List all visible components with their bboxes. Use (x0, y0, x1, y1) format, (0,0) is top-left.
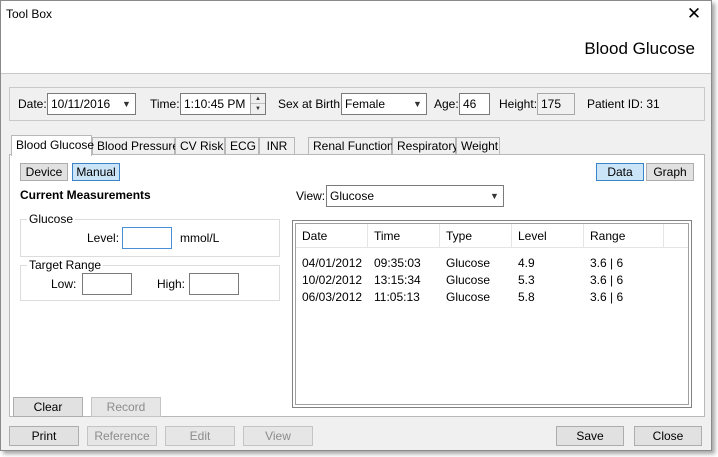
sex-at-birth-select[interactable]: Female ▼ (341, 93, 427, 115)
sex-at-birth-label: Sex at Birth: (278, 97, 344, 111)
height-field: 175 (537, 93, 575, 115)
save-button[interactable]: Save (556, 426, 624, 446)
data-view-button[interactable]: Data (596, 163, 644, 181)
cell-level: 5.3 (518, 273, 535, 287)
date-label: Date: (18, 97, 47, 111)
table-row[interactable]: 10/02/2012 13:15:34 Glucose 5.3 3.6 | 6 (296, 272, 688, 289)
column-header-type[interactable]: Type (440, 224, 512, 248)
table-header: Date Time Type Level Range (296, 224, 688, 248)
current-measurements-title: Current Measurements (20, 188, 151, 202)
tab-ecg[interactable]: ECG (225, 137, 259, 155)
age-field[interactable]: 46 (459, 93, 490, 115)
target-range-label: Target Range (27, 258, 104, 272)
height-label: Height: (499, 97, 538, 111)
record-button[interactable]: Record (91, 397, 161, 417)
time-label: Time: (150, 97, 180, 111)
tab-cv-risk[interactable]: CV Risk (175, 137, 225, 155)
cell-time: 09:35:03 (374, 256, 421, 270)
high-label: High: (157, 277, 186, 291)
cell-type: Glucose (446, 256, 491, 270)
column-header-time[interactable]: Time (368, 224, 440, 248)
age-label: Age: (434, 97, 459, 111)
low-label: Low: (51, 277, 77, 291)
time-spinner[interactable]: ▲ ▼ (250, 94, 265, 114)
cell-time: 11:05:13 (374, 290, 420, 304)
manual-button[interactable]: Manual (72, 163, 120, 181)
cell-time: 13:15:34 (374, 273, 421, 287)
view-button[interactable]: View (243, 426, 313, 446)
print-button[interactable]: Print (9, 426, 79, 446)
cell-type: Glucose (446, 273, 491, 287)
cell-range: 3.6 | 6 (590, 256, 624, 270)
target-range-group: Target Range Low: High: (20, 258, 280, 301)
date-value: 10/11/2016 (51, 97, 111, 111)
table-row[interactable]: 04/01/2012 09:35:03 Glucose 4.9 3.6 | 6 (296, 255, 688, 272)
low-input[interactable] (82, 273, 132, 295)
spin-up-icon[interactable]: ▲ (251, 94, 265, 104)
measurements-table[interactable]: Date Time Type Level Range 04/01/2012 09… (292, 220, 692, 408)
time-field[interactable]: 1:10:45 PM ▲ ▼ (180, 93, 266, 115)
height-value: 175 (541, 97, 562, 111)
cell-date: 10/02/2012 (302, 273, 363, 287)
cell-level: 5.8 (518, 290, 535, 304)
edit-button[interactable]: Edit (165, 426, 235, 446)
column-header-range[interactable]: Range (584, 224, 664, 248)
tab-blood-pressure[interactable]: Blood Pressure (92, 137, 179, 155)
window-title: Tool Box (6, 7, 53, 21)
title-bar: Tool Box ✕ (1, 1, 711, 31)
tab-blood-glucose[interactable]: Blood Glucose (11, 135, 94, 156)
cell-type: Glucose (446, 290, 491, 304)
high-input[interactable] (189, 273, 239, 295)
cell-date: 04/01/2012 (302, 256, 363, 270)
header-panel: Blood Glucose (1, 31, 711, 74)
patient-details-bar: Date: 10/11/2016 ▼ Time: 1:10:45 PM ▲ ▼ … (9, 87, 705, 121)
date-picker[interactable]: 10/11/2016 ▼ (47, 93, 136, 115)
glucose-group: Glucose Level: mmol/L (20, 212, 280, 257)
tab-inr[interactable]: INR (259, 137, 295, 155)
age-value: 46 (463, 97, 477, 111)
page-title: Blood Glucose (584, 39, 695, 58)
close-button[interactable]: Close (634, 426, 702, 446)
view-select[interactable]: Glucose ▼ (326, 185, 504, 207)
column-header-date[interactable]: Date (296, 224, 368, 248)
cell-date: 06/03/2012 (302, 290, 363, 304)
bottom-action-bar: Print Reference Edit View Save Close (1, 424, 711, 452)
toolbox-window: Tool Box ✕ Blood Glucose Date: 10/11/201… (0, 0, 712, 451)
close-icon[interactable]: ✕ (681, 5, 707, 25)
table-row[interactable]: 06/03/2012 11:05:13 Glucose 5.8 3.6 | 6 (296, 289, 688, 306)
level-input[interactable] (122, 227, 172, 249)
glucose-group-label: Glucose (27, 212, 76, 226)
level-label: Level: (87, 231, 120, 245)
tab-renal-function[interactable]: Renal Function (308, 137, 394, 155)
chevron-down-icon[interactable]: ▼ (486, 186, 503, 206)
sex-at-birth-value: Female (345, 97, 386, 111)
column-header-level[interactable]: Level (512, 224, 584, 248)
tab-weight[interactable]: Weight (456, 137, 500, 155)
time-value: 1:10:45 PM (184, 97, 246, 111)
reference-button[interactable]: Reference (87, 426, 157, 446)
patient-id: Patient ID: 31 (587, 97, 660, 111)
clear-button[interactable]: Clear (13, 397, 83, 417)
view-value: Glucose (330, 189, 375, 203)
spin-down-icon[interactable]: ▼ (251, 104, 265, 114)
cell-range: 3.6 | 6 (590, 290, 624, 304)
view-label: View: (296, 189, 326, 203)
graph-view-button[interactable]: Graph (646, 163, 694, 181)
cell-range: 3.6 | 6 (590, 273, 624, 287)
tab-respiratory[interactable]: Respiratory (392, 137, 458, 155)
level-unit: mmol/L (180, 231, 220, 245)
table-frame: Date Time Type Level Range 04/01/2012 09… (295, 223, 689, 405)
cell-level: 4.9 (518, 256, 535, 270)
device-button[interactable]: Device (20, 163, 68, 181)
chevron-down-icon[interactable]: ▼ (118, 94, 135, 114)
chevron-down-icon[interactable]: ▼ (409, 94, 426, 114)
blood-glucose-panel: Device Manual Data Graph Current Measure… (9, 154, 705, 417)
